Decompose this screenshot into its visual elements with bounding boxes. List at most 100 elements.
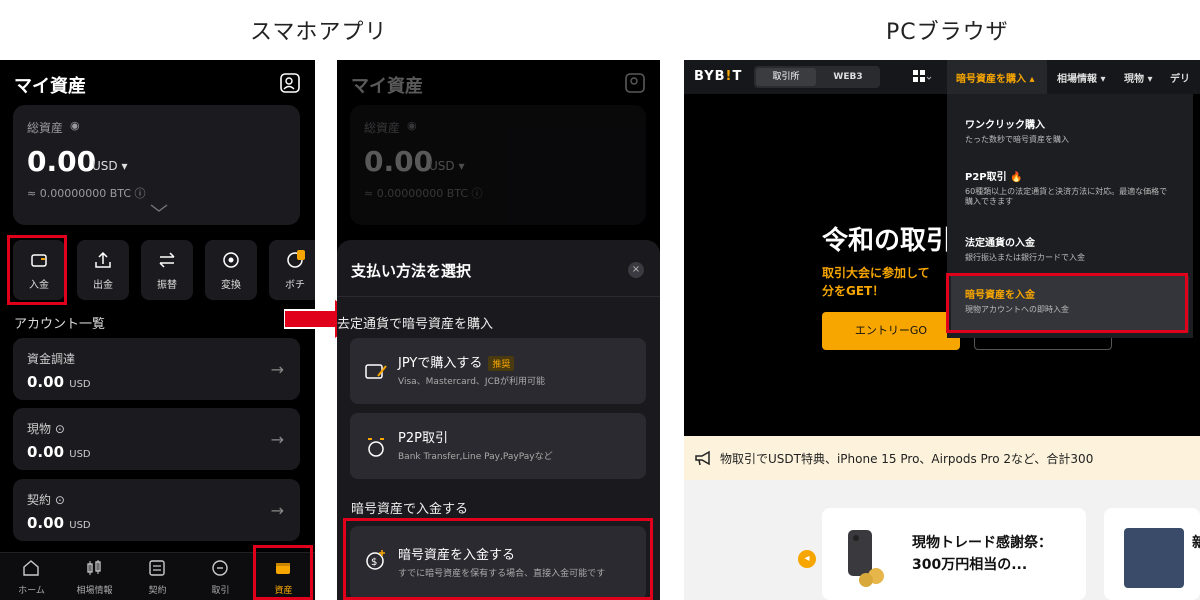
nav-market[interactable]: 相場情報 ▾ — [1057, 70, 1106, 85]
arrow-right-icon: → — [270, 360, 284, 379]
announcement-ticker[interactable]: 物取引でUSDT特典、iPhone 15 Pro、Airpods Pro 2など… — [684, 436, 1200, 480]
mobile-payment-method-screen: マイ資産 総資産 ◉ 0.00 USD ▾ ≈ 0.00000000 BTC ⓘ… — [337, 60, 660, 600]
page-title: マイ資産 — [351, 76, 423, 97]
coin-icon: ◂ — [798, 550, 816, 568]
megaphone-icon — [695, 450, 710, 466]
pc-browser-screen: BYB!T 取引所 WEB3 暗号資産を購入 ▴ 相場情報 ▾ 現物 ▾ デリ … — [684, 60, 1200, 600]
total-assets-label: 総資産 — [27, 121, 64, 135]
crypto-deposit-highlight-box — [343, 518, 653, 600]
promo-title: 現物トレード感謝祭：300万円相当の... — [912, 535, 1052, 573]
sheet-title: 支払い方法を選択 — [351, 262, 472, 280]
iphone-image — [848, 530, 884, 587]
total-assets-label: 総資産 — [364, 121, 401, 135]
deposit-highlight-box — [7, 235, 67, 305]
withdraw-icon — [95, 251, 111, 268]
convert-button[interactable]: 変換 — [205, 240, 257, 300]
caption-pc: PCブラウザ — [886, 20, 1009, 45]
tab-exchange[interactable]: 取引所 — [756, 68, 816, 86]
account-value: 0.00 USD — [27, 443, 91, 461]
withdraw-button[interactable]: 出金 — [77, 240, 129, 300]
eye-icon: ◉ — [407, 119, 417, 132]
dropdown-item-fiat-deposit[interactable]: 法定通貨の入金 銀行振込または銀行カードで入金 — [965, 234, 1175, 263]
promo2-title: 新 — [1192, 535, 1200, 551]
home-icon — [23, 560, 39, 576]
candlestick-icon — [87, 560, 101, 575]
p2p-option[interactable]: P2P取引 Bank Transfer,Line Pay,PayPayなど — [350, 413, 646, 479]
account-funding[interactable]: 資金調達 0.00 USD → — [13, 338, 300, 400]
page-title: マイ資産 — [14, 76, 86, 97]
option-desc: Bank Transfer,Line Pay,PayPayなど — [398, 452, 553, 462]
account-value: 0.00 USD — [27, 373, 91, 391]
total-assets-value: 0.00 — [27, 145, 97, 178]
tab-web3[interactable]: WEB3 — [818, 68, 878, 86]
account-spot[interactable]: 現物 ⊙ 0.00 USD → — [13, 408, 300, 470]
tab-label: 契約 — [148, 586, 167, 596]
top-navbar: BYB!T 取引所 WEB3 暗号資産を購入 ▴ 相場情報 ▾ 現物 ▾ デリ — [684, 60, 1200, 94]
fiat-section-heading: 去定通貨で暗号資産を購入 — [337, 317, 494, 332]
tab-market[interactable]: 相場情報 — [63, 553, 126, 600]
assets-tab-highlight-box — [253, 545, 313, 600]
close-icon[interactable]: × — [628, 262, 644, 278]
nav-derivatives[interactable]: デリ — [1170, 70, 1190, 85]
card-rocket-icon — [365, 364, 387, 379]
currency-selector[interactable]: USD ▾ — [92, 159, 127, 173]
recommended-badge: 推奨 — [488, 356, 515, 371]
hero-subtitle: 取引大会に参加して 分をGET！ — [822, 266, 930, 298]
bot-button[interactable]: ボチ — [269, 240, 315, 300]
arrow-right-icon: → — [270, 501, 284, 520]
exchange-web3-switch: 取引所 WEB3 — [754, 66, 880, 88]
hero-title: 令和の取引 — [822, 226, 953, 256]
entry-button[interactable]: エントリーGO — [822, 312, 960, 350]
option-desc: Visa、Mastercard、JCBが利用可能 — [398, 377, 546, 387]
caption-mobile: スマホアプリ — [250, 20, 388, 45]
dropdown-item-desc: 60種類以上の法定通貨と決済方法に対応。最適な価格で購入できます — [965, 187, 1168, 206]
p2p-icon — [368, 438, 384, 457]
trade-icon — [212, 560, 228, 576]
mobile-assets-screen: マイ資産 総資産 ◉ 0.00 USD ▾ ≈ 0.00000000 BTC ⓘ… — [0, 60, 315, 600]
convert-label: 変換 — [221, 280, 241, 291]
account-name: 現物 ⊙ — [27, 422, 65, 436]
dropdown-item-title: P2P取引 🔥 — [965, 172, 1023, 183]
btc-equivalent: ≈ 0.00000000 BTC ⓘ — [364, 187, 483, 200]
chevron-down-icon[interactable] — [149, 203, 169, 213]
withdraw-label: 出金 — [93, 280, 113, 291]
profile-switch-icon[interactable] — [279, 72, 301, 94]
transfer-icon — [159, 252, 175, 268]
ticker-text: 物取引でUSDT特典、iPhone 15 Pro、Airpods Pro 2など… — [720, 452, 1094, 466]
tab-label: 取引 — [211, 586, 230, 596]
dropdown-item-desc: 銀行振込または銀行カードで入金 — [965, 253, 1085, 262]
dropdown-item-title: ワンクリック購入 — [965, 120, 1045, 131]
transfer-button[interactable]: 振替 — [141, 240, 193, 300]
buy-with-jpy-option[interactable]: JPYで購入する 推奨 Visa、Mastercard、JCBが利用可能 — [350, 338, 646, 404]
promo-image — [1124, 528, 1184, 588]
option-title: P2P取引 — [398, 431, 448, 446]
divider — [337, 296, 660, 297]
total-assets-value: 0.00 — [364, 145, 434, 178]
dropdown-item-p2p[interactable]: P2P取引 🔥 60種類以上の法定通貨と決済方法に対応。最適な価格で購入できます — [965, 168, 1175, 207]
convert-icon — [223, 252, 239, 268]
eye-icon[interactable]: ◉ — [70, 119, 80, 132]
currency-selector: USD ▾ — [429, 159, 465, 173]
account-name: 資金調達 — [27, 352, 76, 366]
total-assets-card: 総資産 ◉ 0.00 USD ▾ ≈ 0.00000000 BTC ⓘ — [13, 105, 300, 225]
bot-label: ボチ — [285, 280, 305, 291]
bot-icon — [287, 250, 305, 268]
account-contract[interactable]: 契約 ⊙ 0.00 USD → — [13, 479, 300, 541]
tab-label: 相場情報 — [76, 586, 113, 596]
nav-spot[interactable]: 現物 ▾ — [1124, 70, 1153, 85]
promo-card[interactable]: 現物トレード感謝祭：300万円相当の... — [822, 508, 1086, 600]
account-value: 0.00 USD — [27, 514, 91, 532]
tab-home[interactable]: ホーム — [0, 553, 63, 600]
transfer-label: 振替 — [157, 280, 177, 291]
nav-buy-crypto[interactable]: 暗号資産を購入 ▴ — [956, 70, 1035, 85]
crypto-deposit-highlight-box — [946, 273, 1188, 333]
grid-menu-icon[interactable] — [912, 69, 932, 85]
promo-section: ◂ 現物トレード感謝祭：300万円相当の... 新 — [684, 480, 1200, 600]
crypto-section-heading: 暗号資産で入金する — [351, 502, 469, 517]
dropdown-item-one-click[interactable]: ワンクリック購入 たった数秒で暗号資産を購入 — [965, 116, 1175, 145]
account-name: 契約 ⊙ — [27, 493, 65, 507]
tab-contract[interactable]: 契約 — [126, 553, 189, 600]
bybit-logo[interactable]: BYB!T — [694, 69, 742, 84]
promo-card-2[interactable]: 新 — [1104, 508, 1200, 600]
tab-trade[interactable]: 取引 — [189, 553, 252, 600]
